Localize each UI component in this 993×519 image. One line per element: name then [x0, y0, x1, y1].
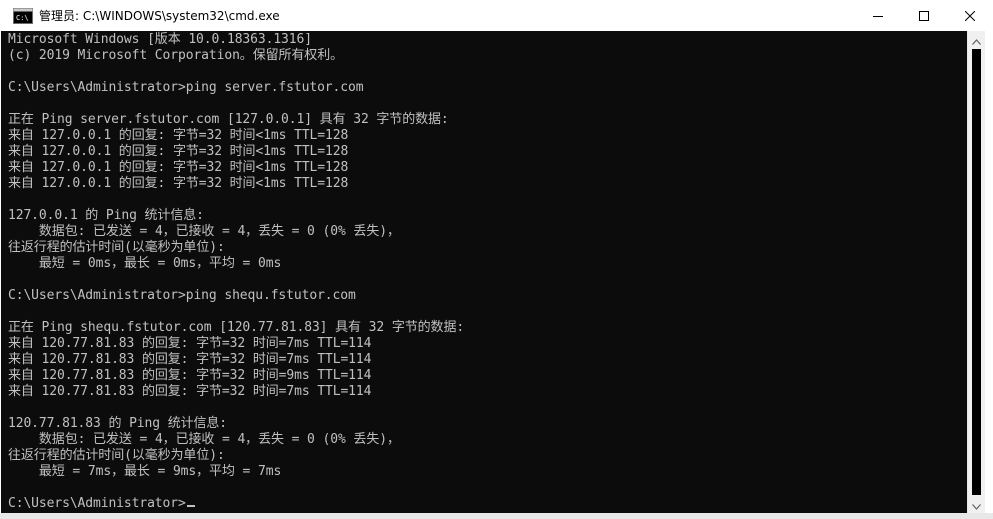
console-line: 来自 120.77.81.83 的回复: 字节=32 时间=7ms TTL=11…: [8, 384, 372, 399]
console-line: 120.77.81.83 的 Ping 统计信息:: [8, 416, 228, 431]
console-output[interactable]: Microsoft Windows [版本 10.0.18363.1316] (…: [1, 31, 967, 513]
minimize-button[interactable]: [855, 0, 901, 31]
console-line: 最短 = 0ms，最长 = 0ms，平均 = 0ms: [8, 256, 282, 271]
console-line: 来自 127.0.0.1 的回复: 字节=32 时间<1ms TTL=128: [8, 160, 349, 175]
close-icon: [964, 6, 976, 25]
console-line: 正在 Ping server.fstutor.com [127.0.0.1] 具…: [8, 112, 449, 127]
console-line: 数据包: 已发送 = 4，已接收 = 4，丢失 = 0 (0% 丢失)，: [8, 224, 400, 239]
window-bottom-edge: [0, 513, 993, 519]
maximize-icon: [919, 6, 929, 25]
console-line: 来自 127.0.0.1 的回复: 字节=32 时间<1ms TTL=128: [8, 144, 349, 159]
text-cursor: [186, 505, 195, 507]
console-line: (c) 2019 Microsoft Corporation。保留所有权利。: [8, 48, 344, 63]
title-bar[interactable]: C:\ 管理员: C:\WINDOWS\system32\cmd.exe: [0, 0, 993, 31]
chevron-up-icon: [972, 30, 981, 49]
console-lines: Microsoft Windows [版本 10.0.18363.1316] (…: [8, 32, 464, 512]
chevron-down-icon: [972, 495, 981, 514]
console-line: 数据包: 已发送 = 4，已接收 = 4，丢失 = 0 (0% 丢失)，: [8, 432, 400, 447]
vertical-scrollbar[interactable]: [967, 31, 985, 513]
prompt-text: C:\Users\Administrator>: [8, 496, 186, 511]
scroll-thumb[interactable]: [972, 49, 981, 495]
cmd-window: C:\ 管理员: C:\WINDOWS\system32\cmd.exe Mic…: [0, 0, 993, 519]
prompt-line[interactable]: C:\Users\Administrator>: [8, 496, 464, 512]
console-line: 正在 Ping shequ.fstutor.com [120.77.81.83]…: [8, 320, 465, 335]
close-button[interactable]: [947, 0, 993, 31]
console-line: C:\Users\Administrator>ping shequ.fstuto…: [8, 288, 356, 303]
console-line: 往返行程的估计时间(以毫秒为单位):: [8, 448, 225, 463]
scroll-down-button[interactable]: [968, 496, 985, 513]
console-line: 来自 120.77.81.83 的回复: 字节=32 时间=7ms TTL=11…: [8, 336, 372, 351]
console-line: 127.0.0.1 的 Ping 统计信息:: [8, 208, 204, 223]
console-line: 来自 127.0.0.1 的回复: 字节=32 时间<1ms TTL=128: [8, 128, 349, 143]
cmd-icon[interactable]: C:\: [13, 7, 33, 24]
console-line: 往返行程的估计时间(以毫秒为单位):: [8, 240, 225, 255]
console-line: C:\Users\Administrator>ping server.fstut…: [8, 80, 364, 95]
console-line: 最短 = 7ms，最长 = 9ms，平均 = 7ms: [8, 464, 282, 479]
console-line: Microsoft Windows [版本 10.0.18363.1316]: [8, 32, 312, 47]
console-line: 来自 120.77.81.83 的回复: 字节=32 时间=7ms TTL=11…: [8, 352, 372, 367]
console-line: 来自 127.0.0.1 的回复: 字节=32 时间<1ms TTL=128: [8, 176, 349, 191]
console-line: 来自 120.77.81.83 的回复: 字节=32 时间=9ms TTL=11…: [8, 368, 372, 383]
window-controls: [855, 0, 993, 31]
window-title: 管理员: C:\WINDOWS\system32\cmd.exe: [39, 9, 280, 23]
svg-text:C:\: C:\: [16, 14, 29, 22]
maximize-button[interactable]: [901, 0, 947, 31]
minimize-icon: [873, 6, 883, 25]
scroll-up-button[interactable]: [968, 31, 985, 48]
